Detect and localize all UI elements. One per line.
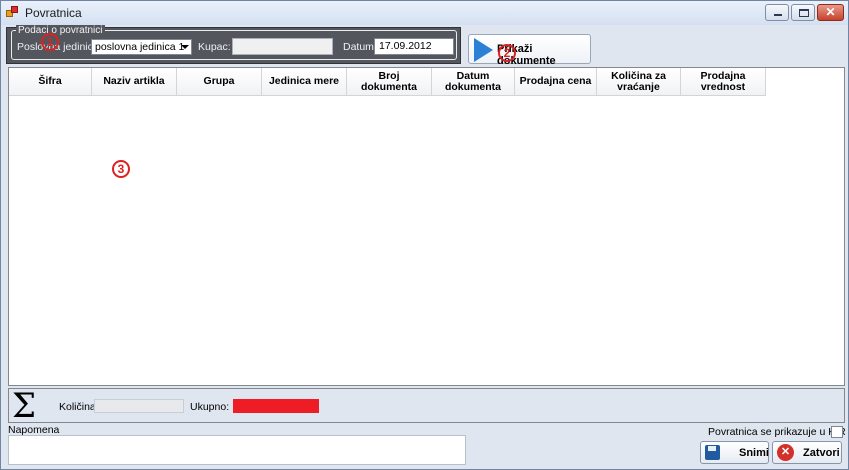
window-close-button[interactable]: ✕ xyxy=(817,4,844,21)
title-bar: Povratnica ✕ xyxy=(1,1,848,25)
grid-header: Šifra Naziv artikla Grupa Jedinica mere … xyxy=(9,68,766,96)
column-header[interactable]: Prodajna cena xyxy=(515,68,597,96)
quantity-label: Količina: xyxy=(59,401,99,413)
total-amount-field xyxy=(233,399,319,413)
povratnica-window: Povratnica ✕ Podaci o povratnici Poslovn… xyxy=(0,0,849,470)
chevron-down-icon[interactable] xyxy=(181,45,189,49)
customer-field[interactable] xyxy=(232,38,333,55)
items-grid[interactable]: Šifra Naziv artikla Grupa Jedinica mere … xyxy=(8,67,845,386)
date-field[interactable]: 17.09.2012 xyxy=(374,38,454,55)
groupbox-title: Podaci o povratnici xyxy=(16,25,105,36)
business-unit-label: Poslovna jedinica: xyxy=(17,41,102,53)
column-header[interactable]: Jedinica mere xyxy=(262,68,347,96)
date-label: Datum: xyxy=(343,41,377,53)
sigma-icon: Σ xyxy=(12,386,37,426)
maximize-button[interactable] xyxy=(791,4,815,21)
note-field[interactable] xyxy=(8,435,466,465)
quantity-total-field xyxy=(94,399,184,413)
totals-bar: Σ Količina: Ukupno: xyxy=(8,388,845,423)
kir-checkbox[interactable] xyxy=(831,426,843,438)
window-title: Povratnica xyxy=(25,6,82,20)
maximize-icon xyxy=(799,9,809,17)
column-header[interactable]: Količina za vraćanje xyxy=(597,68,681,96)
minimize-button[interactable] xyxy=(765,4,789,21)
close-label: Zatvori xyxy=(803,447,840,459)
app-icon xyxy=(6,6,19,19)
play-icon xyxy=(474,38,493,62)
column-header[interactable]: Šifra xyxy=(9,68,92,96)
column-header[interactable]: Prodajna vrednost xyxy=(681,68,766,96)
annotation-marker-2: 2 xyxy=(498,44,516,62)
annotation-marker-3: 3 xyxy=(112,160,130,178)
business-unit-value: poslovna jedinica 1 xyxy=(95,41,185,53)
save-button[interactable]: Snimi xyxy=(700,441,769,464)
close-button[interactable]: ✕ Zatvori xyxy=(772,441,842,464)
column-header[interactable]: Naziv artikla xyxy=(92,68,177,96)
close-icon: ✕ xyxy=(777,444,794,461)
total-label: Ukupno: xyxy=(190,401,230,413)
show-documents-button[interactable]: Prikaži dokumente xyxy=(468,34,591,67)
floppy-icon xyxy=(705,445,720,460)
annotation-marker-1: 1 xyxy=(41,33,59,51)
minimize-icon xyxy=(774,14,782,16)
kir-label: Povratnica se prikazuje u KIR xyxy=(708,426,846,438)
close-icon: ✕ xyxy=(825,5,836,19)
business-unit-select[interactable]: poslovna jedinica 1 xyxy=(91,39,192,55)
customer-label: Kupac: xyxy=(198,41,231,53)
save-label: Snimi xyxy=(739,447,769,459)
column-header[interactable]: Grupa xyxy=(177,68,262,96)
column-header[interactable]: Broj dokumenta xyxy=(347,68,432,96)
column-header[interactable]: Datum dokumenta xyxy=(432,68,515,96)
